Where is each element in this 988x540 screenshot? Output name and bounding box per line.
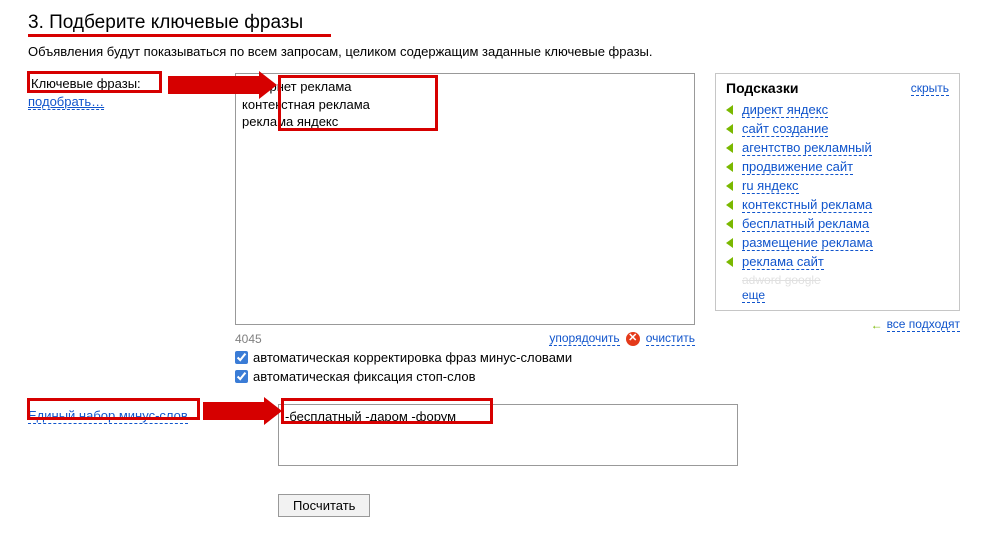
hints-title: Подсказки [726,80,798,96]
hint-item[interactable]: сайт создание [726,121,949,137]
hint-link[interactable]: размещение реклама [742,235,873,251]
hint-link[interactable]: ru яндекс [742,178,799,194]
stop-words-checkbox[interactable] [235,370,248,383]
hint-list: директ яндекс сайт создание агентство рекл… [726,102,949,270]
arrow-left-icon [726,219,736,229]
arrow-left-icon [726,181,736,191]
arrow-left-icon [726,200,736,210]
hint-item[interactable]: директ яндекс [726,102,949,118]
arrow-left-icon [726,124,736,134]
keywords-label: Ключевые фразы: [28,75,144,92]
hint-item[interactable]: бесплатный реклама [726,216,949,232]
hint-cutoff: adword google [742,273,949,287]
hint-link[interactable]: директ яндекс [742,102,828,118]
annotation-title-underline [28,34,331,37]
hints-hide-link[interactable]: скрыть [911,81,949,96]
hint-item[interactable]: реклама сайт [726,254,949,270]
arrow-left-icon: ← [871,318,883,332]
arrow-left-icon [726,257,736,267]
hint-item[interactable]: агентство рекламный [726,140,949,156]
hint-link[interactable]: реклама сайт [742,254,824,270]
hints-panel: Подсказки скрыть директ яндекс сайт созда… [715,73,960,311]
pick-keywords-link[interactable]: подобрать… [28,94,104,110]
arrow-left-icon [726,105,736,115]
char-count: 4045 [235,332,262,346]
auto-minus-checkbox[interactable] [235,351,248,364]
minus-words-label[interactable]: Единый набор минус-слов [28,408,188,424]
count-button[interactable]: Посчитать [278,494,370,517]
section-description: Объявления будут показываться по всем за… [28,44,960,59]
hint-item[interactable]: ru яндекс [726,178,949,194]
hints-more-link[interactable]: еще [742,288,765,303]
hint-link[interactable]: сайт создание [742,121,828,137]
clear-link[interactable]: очистить [646,331,695,346]
stop-words-label: автоматическая фиксация стоп-слов [253,369,476,384]
arrow-left-icon [726,238,736,248]
hints-all-fit-link[interactable]: все подходят [887,317,960,332]
hint-link[interactable]: бесплатный реклама [742,216,869,232]
hint-link[interactable]: агентство рекламный [742,140,872,156]
hint-link[interactable]: контекстный реклама [742,197,872,213]
clear-icon[interactable]: ✕ [626,332,640,346]
hint-item[interactable]: размещение реклама [726,235,949,251]
hint-link[interactable]: продвижение сайт [742,159,853,175]
sort-link[interactable]: упорядочить [549,331,619,346]
arrow-left-icon [726,143,736,153]
hint-item[interactable]: продвижение сайт [726,159,949,175]
minus-words-textarea[interactable] [278,404,738,466]
auto-minus-label: автоматическая корректировка фраз минус-… [253,350,572,365]
arrow-left-icon [726,162,736,172]
keywords-textarea[interactable] [235,73,695,325]
hint-item[interactable]: контекстный реклама [726,197,949,213]
